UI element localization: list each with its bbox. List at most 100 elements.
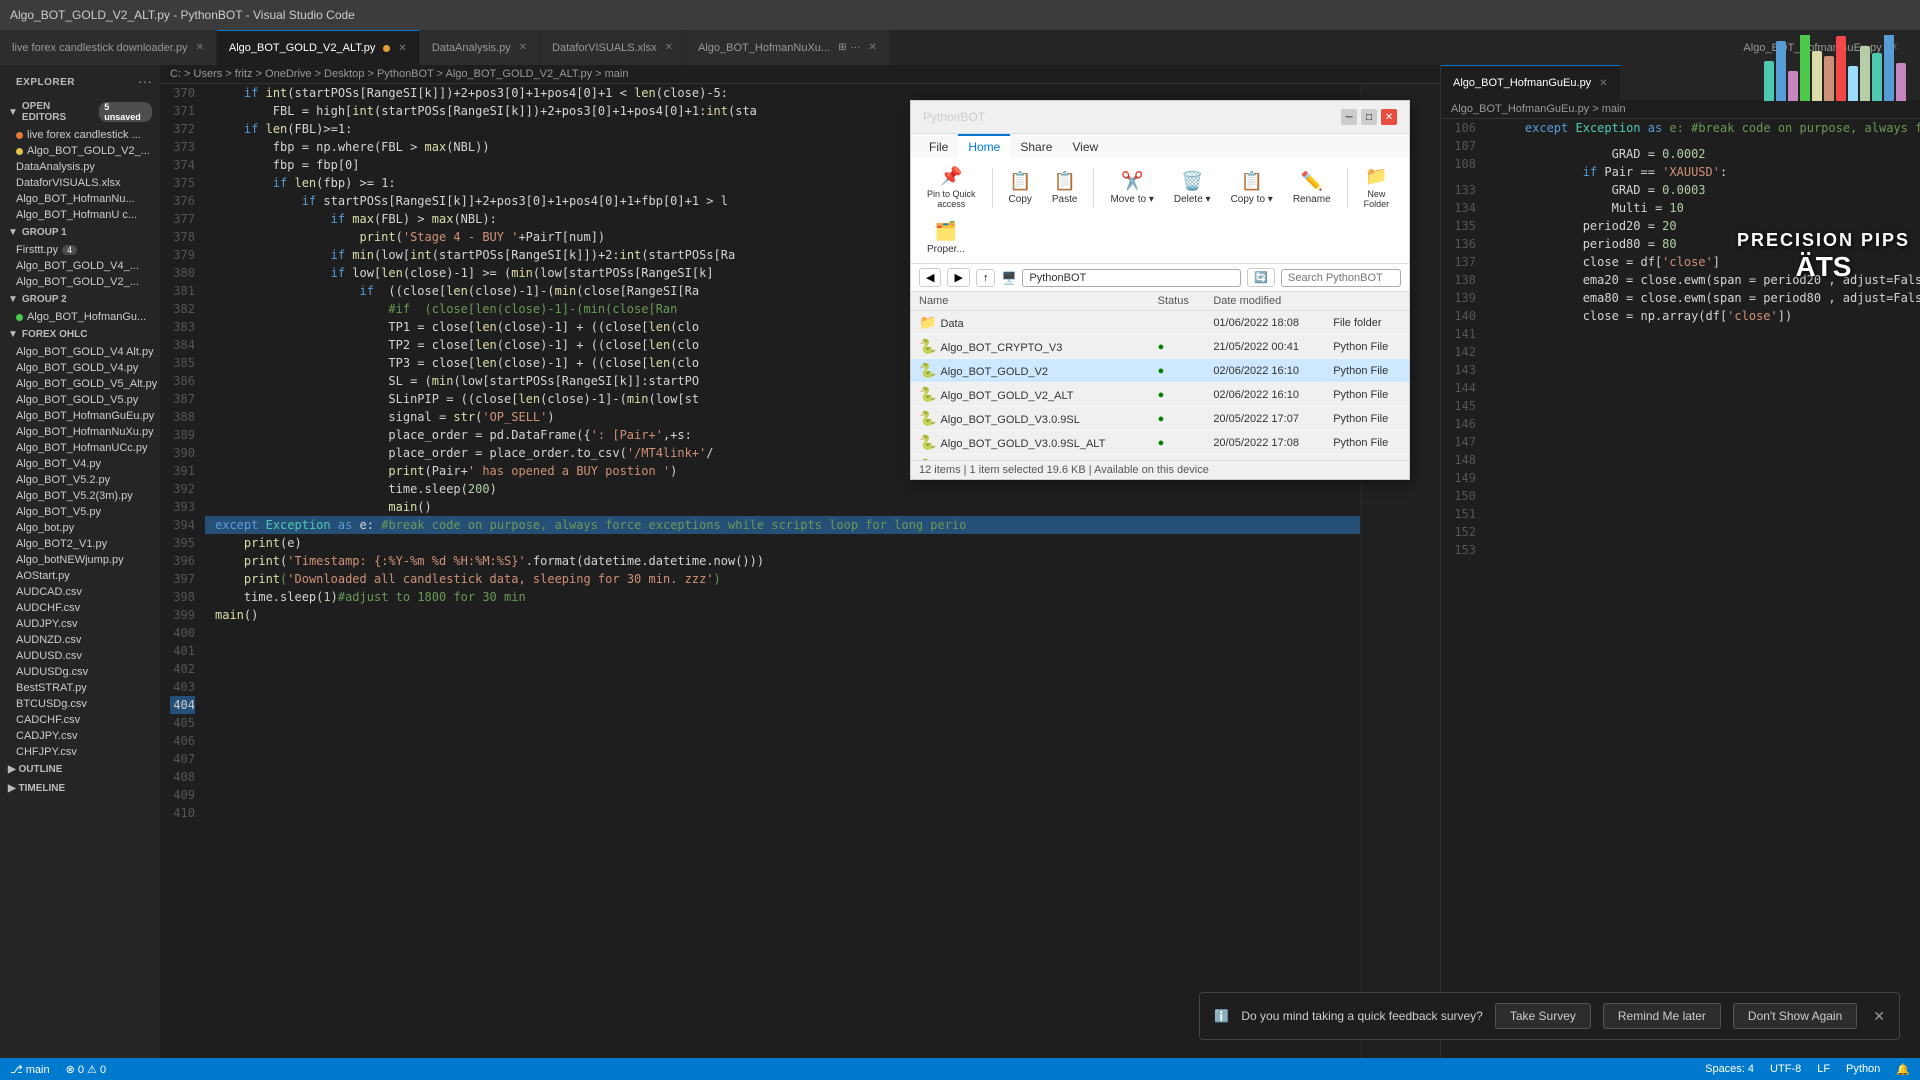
encoding-indicator[interactable]: UTF-8	[1770, 1063, 1801, 1075]
sidebar-item-cadjpy[interactable]: CADJPY.csv	[0, 728, 160, 744]
remind-later-button[interactable]: Remind Me later	[1603, 1003, 1721, 1029]
table-row[interactable]: 🐍Algo_BOT_CRYPTO_V3 ● 21/05/2022 00:41 P…	[911, 335, 1409, 359]
fm-paste-button[interactable]: 📋 Paste	[1044, 167, 1086, 209]
fm-back-button[interactable]: ◀	[919, 268, 941, 287]
fm-path-input[interactable]	[1022, 269, 1241, 287]
sidebar-item-gold-v5[interactable]: Algo_BOT_GOLD_V5.py	[0, 392, 160, 408]
table-row[interactable]: 🐍Algo_BOT_GOLD_V3.0.9SL_ALT ● 20/05/2022…	[911, 431, 1409, 455]
sidebar-item-dataanalysis[interactable]: DataAnalysis.py	[0, 159, 160, 175]
sidebar-item-audusd[interactable]: AUDUSD.csv	[0, 648, 160, 664]
fm-copy-button[interactable]: 📋 Copy	[1001, 167, 1040, 209]
col-type[interactable]	[1325, 292, 1409, 311]
sidebar-item-hofmanguu[interactable]: Algo_BOT_HofmanGu...	[0, 309, 160, 325]
sidebar-item-aostart[interactable]: AOStart.py	[0, 568, 160, 584]
col-status[interactable]: Status	[1150, 292, 1206, 311]
explorer-more[interactable]: ···	[138, 73, 152, 89]
timeline-section[interactable]: ▶ TIMELINE	[0, 779, 160, 798]
table-row[interactable]: 📁Data 01/06/2022 18:08 File folder	[911, 311, 1409, 335]
tab-dataanalysis[interactable]: DataAnalysis.py ✕	[420, 30, 540, 65]
sidebar-item-audusdg[interactable]: AUDUSDg.csv	[0, 664, 160, 680]
fm-up-button[interactable]: ↑	[976, 269, 996, 287]
fm-refresh-button[interactable]: 🔄	[1247, 268, 1275, 287]
language-indicator[interactable]: Python	[1846, 1063, 1880, 1075]
sidebar-item-v4[interactable]: Algo_BOT_V4.py	[0, 456, 160, 472]
sidebar-item-audjpy[interactable]: AUDJPY.csv	[0, 616, 160, 632]
fm-copyto-button[interactable]: 📋 Copy to ▾	[1223, 167, 1281, 209]
outline-section[interactable]: ▶ OUTLINE	[0, 760, 160, 779]
sidebar-item-gold-v4b[interactable]: Algo_BOT_GOLD_V4.py	[0, 360, 160, 376]
table-row[interactable]: 🐍Algo_BOT_GOLD_V3.0.9SL ● 20/05/2022 17:…	[911, 407, 1409, 431]
fm-close-button[interactable]: ✕	[1381, 109, 1397, 125]
sidebar-item-cadchf[interactable]: CADCHF.csv	[0, 712, 160, 728]
sidebar-item-hofmanu[interactable]: Algo_BOT_HofmanNu...	[0, 191, 160, 207]
split-icon[interactable]: ⊞	[838, 42, 846, 53]
table-row[interactable]: 🐍Algo_BOT_GOLD_V2_ALT ● 02/06/2022 16:10…	[911, 383, 1409, 407]
sidebar-item-gold-v4-alt[interactable]: Algo_BOT_GOLD_V4 Alt.py	[0, 344, 160, 360]
sidebar-item-v52[interactable]: Algo_BOT_V5.2.py	[0, 472, 160, 488]
sidebar-item-bot[interactable]: Algo_bot.py	[0, 520, 160, 536]
feedback-icon[interactable]: 🔔	[1896, 1063, 1910, 1076]
open-editors-group[interactable]: ▼ OPEN EDITORS 5 unsaved	[0, 97, 160, 127]
sidebar-item-audcad[interactable]: AUDCAD.csv	[0, 584, 160, 600]
sidebar-item-newjump[interactable]: Algo_botNEWjump.py	[0, 552, 160, 568]
sidebar-item-gold-v4[interactable]: Algo_BOT_GOLD_V4_...	[0, 258, 160, 274]
fm-minimize-button[interactable]: ─	[1341, 109, 1357, 125]
feedback-close-button[interactable]: ✕	[1873, 1008, 1885, 1025]
close-icon[interactable]: ✕	[195, 42, 203, 53]
sidebar-item-hofmanucc[interactable]: Algo_BOT_HofmanUCc.py	[0, 440, 160, 456]
fm-rename-button[interactable]: ✏️ Rename	[1285, 167, 1339, 209]
more-icon[interactable]: ···	[850, 42, 860, 53]
fm-newfolder-button[interactable]: 📁 NewFolder	[1356, 162, 1398, 213]
sidebar-item-hofmannuxu[interactable]: Algo_BOT_HofmanNuXu.py	[0, 424, 160, 440]
fm-delete-button[interactable]: 🗑️ Delete ▾	[1166, 167, 1219, 209]
sidebar-item-firsttt[interactable]: Firsttt.py 4	[0, 242, 160, 258]
sidebar-item-btcusdg[interactable]: BTCUSDg.csv	[0, 696, 160, 712]
group1-header[interactable]: ▼ GROUP 1	[0, 223, 160, 242]
sidebar-item-hofmangueu[interactable]: Algo_BOT_HofmanGuEu.py	[0, 408, 160, 424]
fm-search-input[interactable]	[1281, 269, 1401, 287]
close-icon[interactable]: ✕	[398, 43, 406, 54]
col-date[interactable]: Date modified	[1205, 292, 1325, 311]
sidebar-item-beststrat[interactable]: BestSTRAT.py	[0, 680, 160, 696]
sidebar-item-gold-v5-alt[interactable]: Algo_BOT_GOLD_V5_Alt.py	[0, 376, 160, 392]
close-icon[interactable]: ✕	[519, 42, 527, 53]
tab-algo-gold-v2-alt[interactable]: Algo_BOT_GOLD_V2_ALT.py ✕	[217, 30, 420, 65]
line-ending-indicator[interactable]: LF	[1817, 1063, 1830, 1075]
sidebar-item-audchf[interactable]: AUDCHF.csv	[0, 600, 160, 616]
sidebar-item-gold-v2b[interactable]: Algo_BOT_GOLD_V2_...	[0, 274, 160, 290]
tab-live-forex[interactable]: live forex candlestick downloader.py ✕	[0, 30, 217, 65]
group2-header[interactable]: ▼ GROUP 2	[0, 290, 160, 309]
sidebar-item-bot2v1[interactable]: Algo_BOT2_V1.py	[0, 536, 160, 552]
forex-ohlc-header[interactable]: ▼ FOREX OHLC	[0, 325, 160, 344]
tab-dataforvisuals[interactable]: DataforVISUALS.xlsx ✕	[540, 30, 686, 65]
sidebar-item-v5[interactable]: Algo_BOT_V5.py	[0, 504, 160, 520]
sidebar-item-live-forex[interactable]: live forex candlestick ...	[0, 127, 160, 143]
sidebar-item-v523m[interactable]: Algo_BOT_V5.2(3m).py	[0, 488, 160, 504]
close-icon[interactable]: ✕	[1599, 78, 1607, 89]
fm-tab-view[interactable]: View	[1062, 134, 1108, 158]
right-panel-tab[interactable]: Algo_BOT_HofmanGuEu.py ✕	[1441, 65, 1621, 100]
dont-show-button[interactable]: Don't Show Again	[1733, 1003, 1857, 1029]
table-row[interactable]: 🐍Algo_BOT_GOLD_V2 ● 02/06/2022 16:10 Pyt…	[911, 359, 1409, 383]
fm-forward-button[interactable]: ▶	[947, 268, 969, 287]
close-icon[interactable]: ✕	[665, 42, 673, 53]
sidebar-item-audnzd[interactable]: AUDNZD.csv	[0, 632, 160, 648]
take-survey-button[interactable]: Take Survey	[1495, 1003, 1591, 1029]
sidebar-item-dataforvisuals[interactable]: DataforVISUALS.xlsx	[0, 175, 160, 191]
error-count[interactable]: ⊗ 0 ⚠ 0	[66, 1063, 106, 1076]
fm-pin-button[interactable]: 📌 Pin to Quickaccess	[919, 162, 984, 213]
fm-tab-file[interactable]: File	[919, 134, 958, 158]
fm-maximize-button[interactable]: □	[1361, 109, 1377, 125]
fm-tab-share[interactable]: Share	[1010, 134, 1062, 158]
spaces-indicator[interactable]: Spaces: 4	[1705, 1063, 1754, 1075]
sidebar-item-hofmanuc[interactable]: Algo_BOT_HofmanU c...	[0, 207, 160, 223]
fm-move-button[interactable]: ✂️ Move to ▾	[1102, 167, 1161, 209]
col-name[interactable]: Name	[911, 292, 1150, 311]
tab-algo-hofmanu[interactable]: Algo_BOT_HofmanNuXu... ⊞ ··· ✕	[686, 30, 890, 65]
sidebar-item-chfjpy[interactable]: CHFJPY.csv	[0, 744, 160, 760]
fm-properties-button[interactable]: 🗂️ Proper...	[919, 217, 973, 259]
fm-tab-home[interactable]: Home	[958, 134, 1010, 158]
close-icon[interactable]: ✕	[868, 42, 876, 53]
sidebar-item-algo-v2[interactable]: Algo_BOT_GOLD_V2_...	[0, 143, 160, 159]
branch-indicator[interactable]: ⎇ main	[10, 1063, 50, 1076]
